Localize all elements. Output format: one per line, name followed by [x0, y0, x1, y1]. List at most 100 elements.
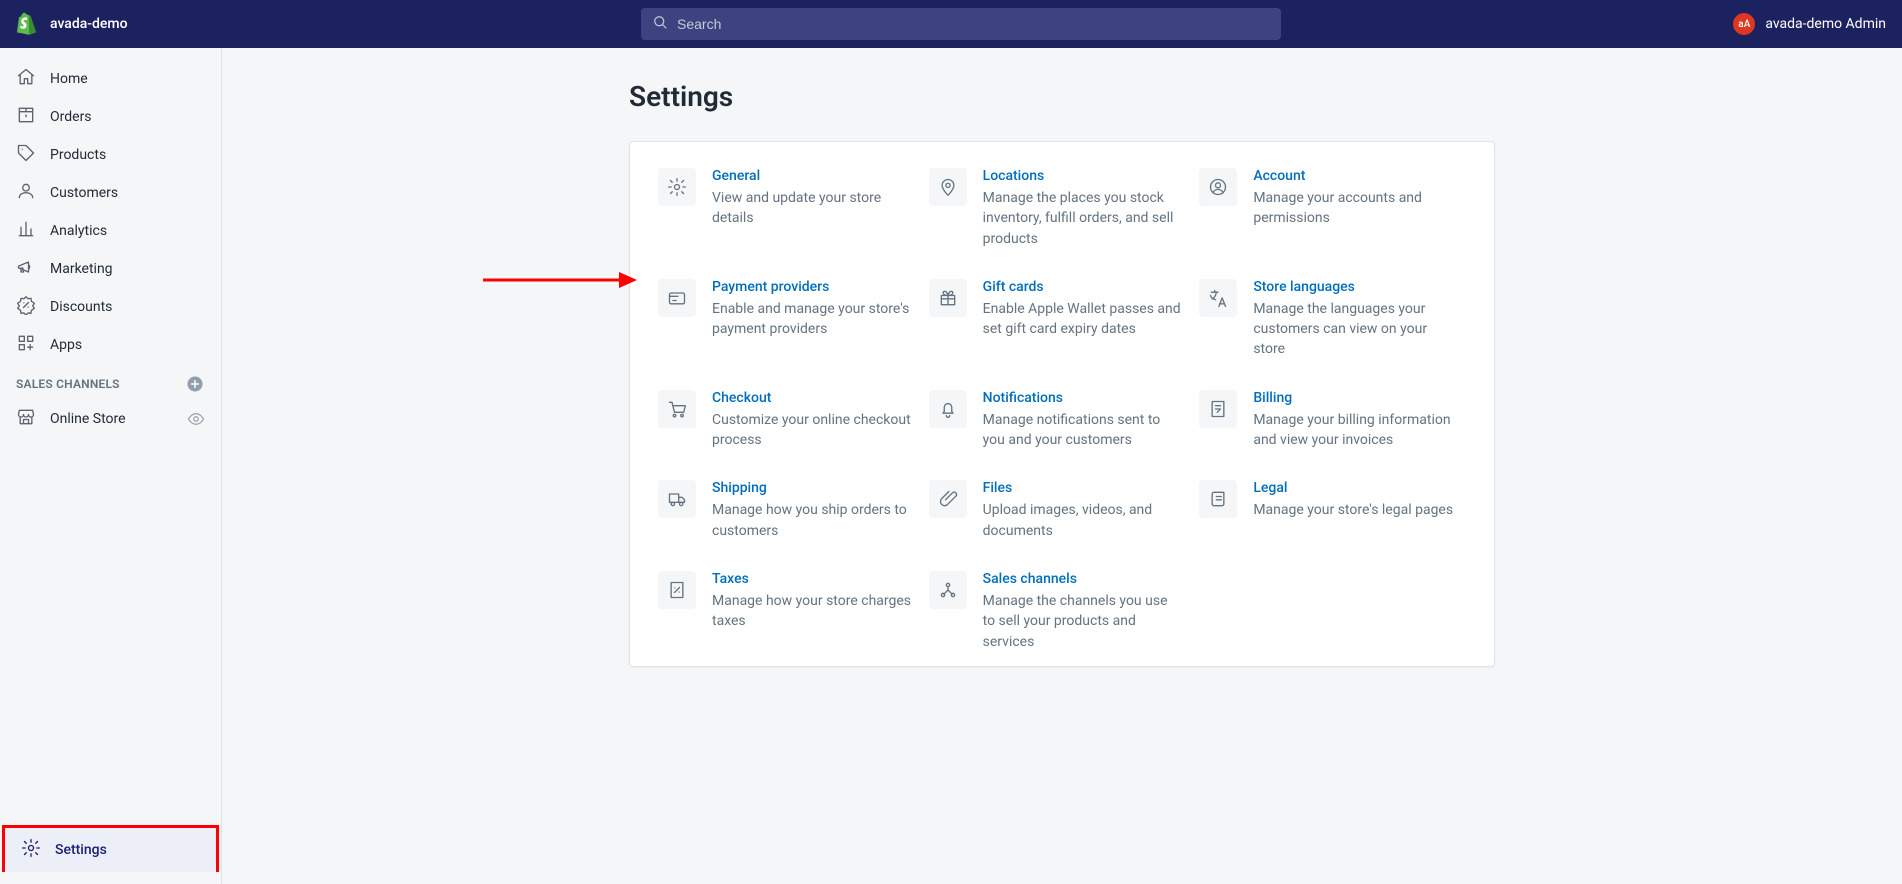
settings-link-checkout[interactable]: Checkout [712, 390, 913, 406]
sidebar-item-label: Customers [50, 185, 118, 201]
settings-link-shipping[interactable]: Shipping [712, 480, 913, 496]
clip-icon [929, 480, 967, 518]
settings-card-store-languages: Store languages Manage the languages you… [1199, 279, 1466, 360]
tag-icon [16, 143, 36, 167]
gear-icon [658, 168, 696, 206]
settings-card-legal: Legal Manage your store's legal pages [1199, 480, 1466, 541]
analytics-icon [16, 219, 36, 243]
settings-card-account: Account Manage your accounts and permiss… [1199, 168, 1466, 249]
sidebar-item-label: Analytics [50, 223, 107, 239]
settings-link-store-languages[interactable]: Store languages [1253, 279, 1454, 295]
user-circle-icon [1199, 168, 1237, 206]
settings-desc: Manage how your store charges taxes [712, 591, 913, 632]
discount-icon [16, 295, 36, 319]
sidebar-item-marketing[interactable]: Marketing [0, 250, 221, 288]
settings-link-locations[interactable]: Locations [983, 168, 1184, 184]
settings-card-general: General View and update your store detai… [658, 168, 925, 249]
gear-icon [21, 838, 41, 862]
settings-desc: Manage the places you stock inventory, f… [983, 188, 1184, 249]
settings-card-payment-providers: Payment providers Enable and manage your… [658, 279, 925, 360]
pin-icon [929, 168, 967, 206]
sidebar: Home Orders Products Customers Analytics Mark… [0, 48, 222, 884]
sidebar-item-label: Apps [50, 337, 82, 353]
translate-icon [1199, 279, 1237, 317]
annotation-highlight-box: Settings [2, 825, 219, 872]
user-name-label: avada-demo Admin [1765, 16, 1886, 32]
card-icon [658, 279, 696, 317]
settings-link-files[interactable]: Files [983, 480, 1184, 496]
sidebar-item-label: Marketing [50, 261, 113, 277]
settings-card-notifications: Notifications Manage notifications sent … [929, 390, 1196, 451]
sidebar-item-label: Discounts [50, 299, 112, 315]
sidebar-item-discounts[interactable]: Discounts [0, 288, 221, 326]
settings-card-taxes: Taxes Manage how your store charges taxe… [658, 571, 925, 652]
settings-card-billing: Billing Manage your billing information … [1199, 390, 1466, 451]
settings-card-sales-channels: Sales channels Manage the channels you u… [929, 571, 1196, 652]
channel-label: Online Store [50, 411, 126, 427]
settings-link-billing[interactable]: Billing [1253, 390, 1454, 406]
store-name[interactable]: avada-demo [50, 16, 128, 32]
sidebar-item-apps[interactable]: Apps [0, 326, 221, 364]
settings-card-gift-cards: Gift cards Enable Apple Wallet passes an… [929, 279, 1196, 360]
settings-link-general[interactable]: General [712, 168, 913, 184]
top-bar: avada-demo aA avada-demo Admin [0, 0, 1902, 48]
megaphone-icon [16, 257, 36, 281]
settings-desc: Customize your online checkout process [712, 410, 913, 451]
page-title: Settings [629, 80, 1495, 113]
user-menu[interactable]: aA avada-demo Admin [1686, 13, 1886, 35]
sidebar-item-orders[interactable]: Orders [0, 98, 221, 136]
sidebar-item-customers[interactable]: Customers [0, 174, 221, 212]
scroll-icon [1199, 480, 1237, 518]
sales-channels-heading: SALES CHANNELS [0, 364, 221, 400]
settings-desc: Upload images, videos, and documents [983, 500, 1184, 541]
settings-card-checkout: Checkout Customize your online checkout … [658, 390, 925, 451]
sidebar-settings-label: Settings [55, 842, 107, 858]
settings-desc: Manage the channels you use to sell your… [983, 591, 1184, 652]
settings-desc: Enable and manage your store's payment p… [712, 299, 913, 340]
store-icon [16, 407, 36, 431]
gift-icon [929, 279, 967, 317]
settings-link-taxes[interactable]: Taxes [712, 571, 913, 587]
add-channel-button[interactable] [185, 374, 205, 394]
settings-desc: View and update your store details [712, 188, 913, 229]
settings-link-notifications[interactable]: Notifications [983, 390, 1184, 406]
view-store-icon[interactable] [187, 410, 205, 428]
settings-desc: Manage your billing information and view… [1253, 410, 1454, 451]
sidebar-item-products[interactable]: Products [0, 136, 221, 174]
sidebar-item-label: Home [50, 71, 88, 87]
person-icon [16, 181, 36, 205]
search-icon [651, 13, 669, 35]
settings-desc: Manage notifications sent to you and you… [983, 410, 1184, 451]
percent-doc-icon [658, 571, 696, 609]
home-icon [16, 67, 36, 91]
receipt-icon [1199, 390, 1237, 428]
settings-link-account[interactable]: Account [1253, 168, 1454, 184]
sidebar-item-settings[interactable]: Settings [5, 828, 216, 872]
settings-desc: Manage how you ship orders to customers [712, 500, 913, 541]
annotation-arrow [479, 266, 639, 294]
settings-link-gift-cards[interactable]: Gift cards [983, 279, 1184, 295]
cart-icon [658, 390, 696, 428]
settings-card-files: Files Upload images, videos, and documen… [929, 480, 1196, 541]
orders-icon [16, 105, 36, 129]
sidebar-item-analytics[interactable]: Analytics [0, 212, 221, 250]
settings-card-locations: Locations Manage the places you stock in… [929, 168, 1196, 249]
avatar: aA [1733, 13, 1755, 35]
settings-link-sales-channels[interactable]: Sales channels [983, 571, 1184, 587]
search-box[interactable] [641, 8, 1281, 40]
sidebar-item-label: Orders [50, 109, 92, 125]
settings-desc: Manage your accounts and permissions [1253, 188, 1454, 229]
sidebar-channel-online-store[interactable]: Online Store [0, 400, 221, 438]
main-content: Settings General View and update your st… [222, 48, 1902, 884]
channels-icon [929, 571, 967, 609]
settings-desc: Manage your store's legal pages [1253, 500, 1453, 520]
sidebar-item-home[interactable]: Home [0, 60, 221, 98]
truck-icon [658, 480, 696, 518]
settings-link-legal[interactable]: Legal [1253, 480, 1453, 496]
bell-icon [929, 390, 967, 428]
settings-desc: Enable Apple Wallet passes and set gift … [983, 299, 1184, 340]
settings-link-payment-providers[interactable]: Payment providers [712, 279, 913, 295]
apps-icon [16, 333, 36, 357]
search-input[interactable] [677, 16, 1271, 32]
settings-desc: Manage the languages your customers can … [1253, 299, 1454, 360]
